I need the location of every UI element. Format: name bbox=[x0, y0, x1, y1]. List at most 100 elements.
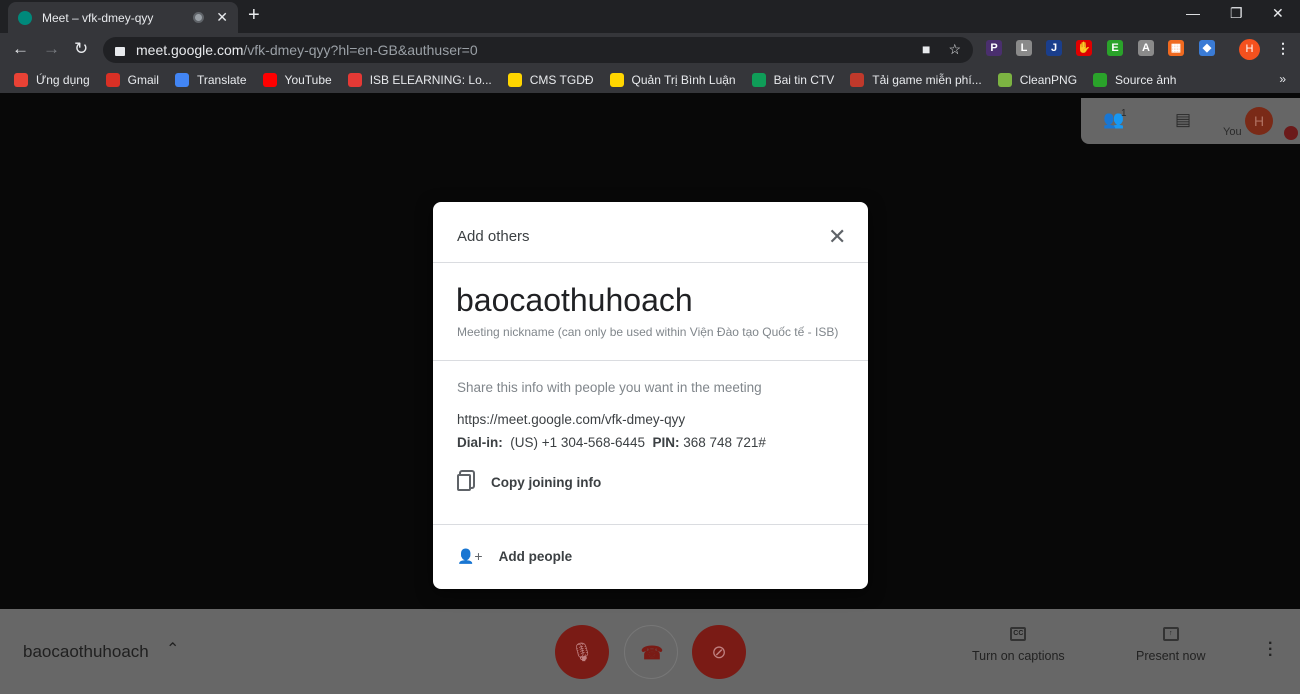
bookmark-item[interactable]: Bai tin CTV bbox=[751, 72, 835, 87]
hang-up-icon: ☎ bbox=[640, 643, 664, 663]
copy-joining-info-button[interactable]: Copy joining info bbox=[457, 474, 601, 491]
meet-favicon-icon bbox=[18, 10, 32, 25]
pin-label: PIN: bbox=[652, 435, 680, 450]
bookmark-item[interactable]: Quản Trị Bình Luận bbox=[609, 72, 736, 87]
you-label: You bbox=[1223, 126, 1242, 138]
extension-icon[interactable]: P bbox=[986, 40, 1002, 56]
bookmark-item[interactable]: Source ảnh bbox=[1093, 72, 1177, 87]
participant-count: 1 bbox=[1121, 108, 1127, 119]
recording-indicator-icon bbox=[193, 12, 205, 23]
url-host: meet.google.com bbox=[136, 42, 244, 58]
restore-button[interactable]: ❐ bbox=[1230, 5, 1243, 22]
dialog-title: Add others bbox=[457, 228, 530, 245]
reload-button[interactable]: ↻ bbox=[74, 39, 88, 59]
share-info-text: Share this info with people you want in … bbox=[457, 380, 762, 395]
extension-icon[interactable]: ◆ bbox=[1199, 40, 1215, 56]
bookmark-label: Bai tin CTV bbox=[773, 72, 835, 87]
add-people-button[interactable]: 👤+ Add people bbox=[457, 548, 572, 565]
meeting-details-button[interactable]: baocaothuhoach bbox=[23, 642, 149, 662]
mic-muted-icon bbox=[1284, 126, 1298, 140]
bookmark-item[interactable]: CMS TGDĐ bbox=[507, 72, 594, 87]
extension-icon[interactable]: A bbox=[1138, 40, 1154, 56]
bookmark-item[interactable]: Gmail bbox=[105, 72, 159, 87]
captions-button[interactable]: CC Turn on captions bbox=[972, 627, 1065, 663]
bookmark-item[interactable]: CleanPNG bbox=[997, 72, 1078, 87]
nickname-note: Meeting nickname (can only be used withi… bbox=[457, 325, 839, 339]
person-add-icon: 👤+ bbox=[457, 548, 483, 564]
captions-icon: CC bbox=[1010, 627, 1027, 641]
pin-value: 368 748 721# bbox=[683, 435, 766, 450]
mic-toggle-button[interactable]: 🎙 bbox=[555, 625, 609, 679]
bookmark-item[interactable]: ISB ELEARNING: Lo... bbox=[347, 72, 492, 87]
bookmark-favicon-icon bbox=[997, 72, 1012, 87]
meeting-top-panel: 👥 1 ▤ You H bbox=[1081, 98, 1300, 144]
bookmark-label: Gmail bbox=[127, 72, 159, 87]
mic-off-icon: 🎙 bbox=[570, 642, 594, 662]
browser-menu-icon[interactable]: ⋮ bbox=[1276, 40, 1290, 57]
url-path: /vfk-dmey-qyy?hl=en-GB&authuser=0 bbox=[243, 42, 478, 58]
camera-icon[interactable]: ■ bbox=[922, 41, 930, 58]
bookmark-label: Translate bbox=[196, 72, 247, 87]
bookmark-label: Quản Trị Bình Luận bbox=[631, 72, 736, 87]
add-others-dialog: Add others ✕ baocaothuhoach Meeting nick… bbox=[433, 202, 868, 589]
minimize-button[interactable]: — bbox=[1186, 5, 1200, 21]
bookmark-favicon-icon bbox=[262, 72, 277, 87]
close-icon[interactable]: ✕ bbox=[828, 224, 846, 250]
divider bbox=[433, 262, 868, 263]
forward-button[interactable]: → bbox=[43, 39, 60, 59]
bookmark-favicon-icon bbox=[609, 72, 624, 87]
chat-icon[interactable]: ▤ bbox=[1175, 110, 1191, 130]
extension-icon[interactable]: E bbox=[1107, 40, 1123, 56]
bookmarks-more-button[interactable]: » bbox=[1279, 72, 1286, 86]
bookmark-favicon-icon bbox=[174, 72, 189, 87]
camera-off-icon: ⊘ bbox=[711, 642, 727, 662]
new-tab-button[interactable]: + bbox=[248, 4, 260, 27]
dialin-label: Dial-in: bbox=[457, 435, 503, 450]
captions-label: Turn on captions bbox=[972, 649, 1065, 663]
bookmark-item[interactable]: Tải game miễn phí... bbox=[850, 72, 982, 87]
bookmark-label: Source ảnh bbox=[1115, 72, 1177, 87]
meeting-link[interactable]: https://meet.google.com/vfk-dmey-qyy bbox=[457, 412, 685, 427]
address-bar[interactable]: meet.google.com/vfk-dmey-qyy?hl=en-GB&au… bbox=[103, 37, 973, 63]
bookmark-favicon-icon bbox=[751, 72, 766, 87]
extension-icon[interactable]: J bbox=[1046, 40, 1062, 56]
bookmark-star-icon[interactable]: ☆ bbox=[948, 41, 961, 58]
chevron-up-icon[interactable]: ⌃ bbox=[166, 639, 179, 659]
divider bbox=[433, 360, 868, 361]
profile-avatar[interactable]: H bbox=[1239, 39, 1260, 60]
dial-in-info: Dial-in: (US) +1 304-568-6445 PIN: 368 7… bbox=[457, 435, 766, 450]
present-button[interactable]: ↑ Present now bbox=[1136, 627, 1205, 663]
present-label: Present now bbox=[1136, 649, 1206, 663]
bookmark-favicon-icon bbox=[850, 72, 865, 87]
close-window-button[interactable]: ✕ bbox=[1272, 5, 1284, 22]
bookmark-label: Tải game miễn phí... bbox=[872, 72, 982, 87]
copy-icon bbox=[457, 474, 471, 491]
tab-meet[interactable]: Meet – vfk-dmey-qyy ✕ bbox=[8, 2, 238, 33]
back-button[interactable]: ← bbox=[12, 39, 29, 59]
bookmark-label: CleanPNG bbox=[1019, 72, 1078, 87]
bookmark-item[interactable]: Ứng dụng bbox=[14, 72, 90, 87]
lock-icon bbox=[115, 47, 125, 56]
bookmark-favicon-icon bbox=[1093, 72, 1108, 87]
more-options-icon[interactable]: · · · bbox=[1268, 636, 1273, 664]
copy-label: Copy joining info bbox=[491, 475, 602, 490]
bookmark-label: CMS TGDĐ bbox=[529, 72, 594, 87]
meeting-nickname: baocaothuhoach bbox=[456, 282, 693, 318]
extension-icon[interactable]: ✋ bbox=[1076, 40, 1092, 56]
bookmark-favicon-icon bbox=[347, 72, 362, 87]
extension-icon[interactable]: ▦ bbox=[1168, 40, 1184, 56]
leave-call-button[interactable]: ☎ bbox=[624, 625, 678, 679]
extension-icon[interactable]: L bbox=[1016, 40, 1032, 56]
bookmark-favicon-icon bbox=[507, 72, 522, 87]
tab-title: Meet – vfk-dmey-qyy bbox=[42, 10, 154, 25]
bookmark-label: YouTube bbox=[284, 72, 332, 87]
present-icon: ↑ bbox=[1162, 627, 1179, 641]
add-people-label: Add people bbox=[498, 549, 573, 564]
dialin-number: (US) +1 304-568-6445 bbox=[510, 435, 645, 450]
self-avatar: H bbox=[1245, 107, 1273, 135]
camera-toggle-button[interactable]: ⊘ bbox=[692, 625, 746, 679]
meeting-controls-bar: baocaothuhoach ⌃ 🎙 ☎ ⊘ CC Turn on caption… bbox=[0, 609, 1300, 694]
bookmark-item[interactable]: YouTube bbox=[262, 72, 332, 87]
close-tab-icon[interactable]: ✕ bbox=[216, 9, 228, 26]
bookmark-item[interactable]: Translate bbox=[174, 72, 247, 87]
